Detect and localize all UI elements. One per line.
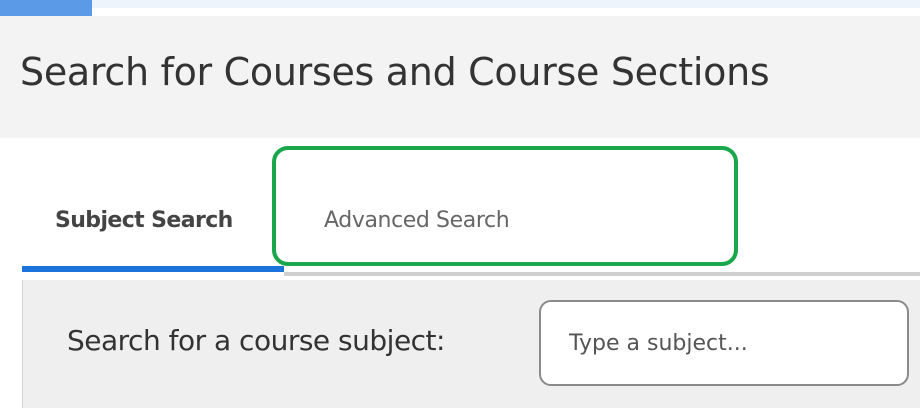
top-strip-accent: [0, 0, 92, 16]
page-title: Search for Courses and Course Sections: [20, 50, 770, 94]
tab-advanced-search-label: Advanced Search: [324, 208, 510, 233]
top-strip: [0, 0, 920, 16]
top-strip-band: [0, 0, 920, 8]
search-label: Search for a course subject:: [67, 324, 445, 357]
tab-subject-search-label: Subject Search: [55, 208, 233, 233]
tab-subject-search[interactable]: Subject Search: [22, 182, 284, 272]
title-bar: Search for Courses and Course Sections: [0, 16, 920, 138]
search-tabs: Subject Search Advanced Search: [22, 182, 920, 278]
subject-search-input[interactable]: [539, 300, 909, 386]
tab-divider: [284, 272, 920, 276]
subject-search-panel: Search for a course subject:: [22, 280, 920, 408]
tab-advanced-search[interactable]: Advanced Search: [284, 182, 920, 272]
